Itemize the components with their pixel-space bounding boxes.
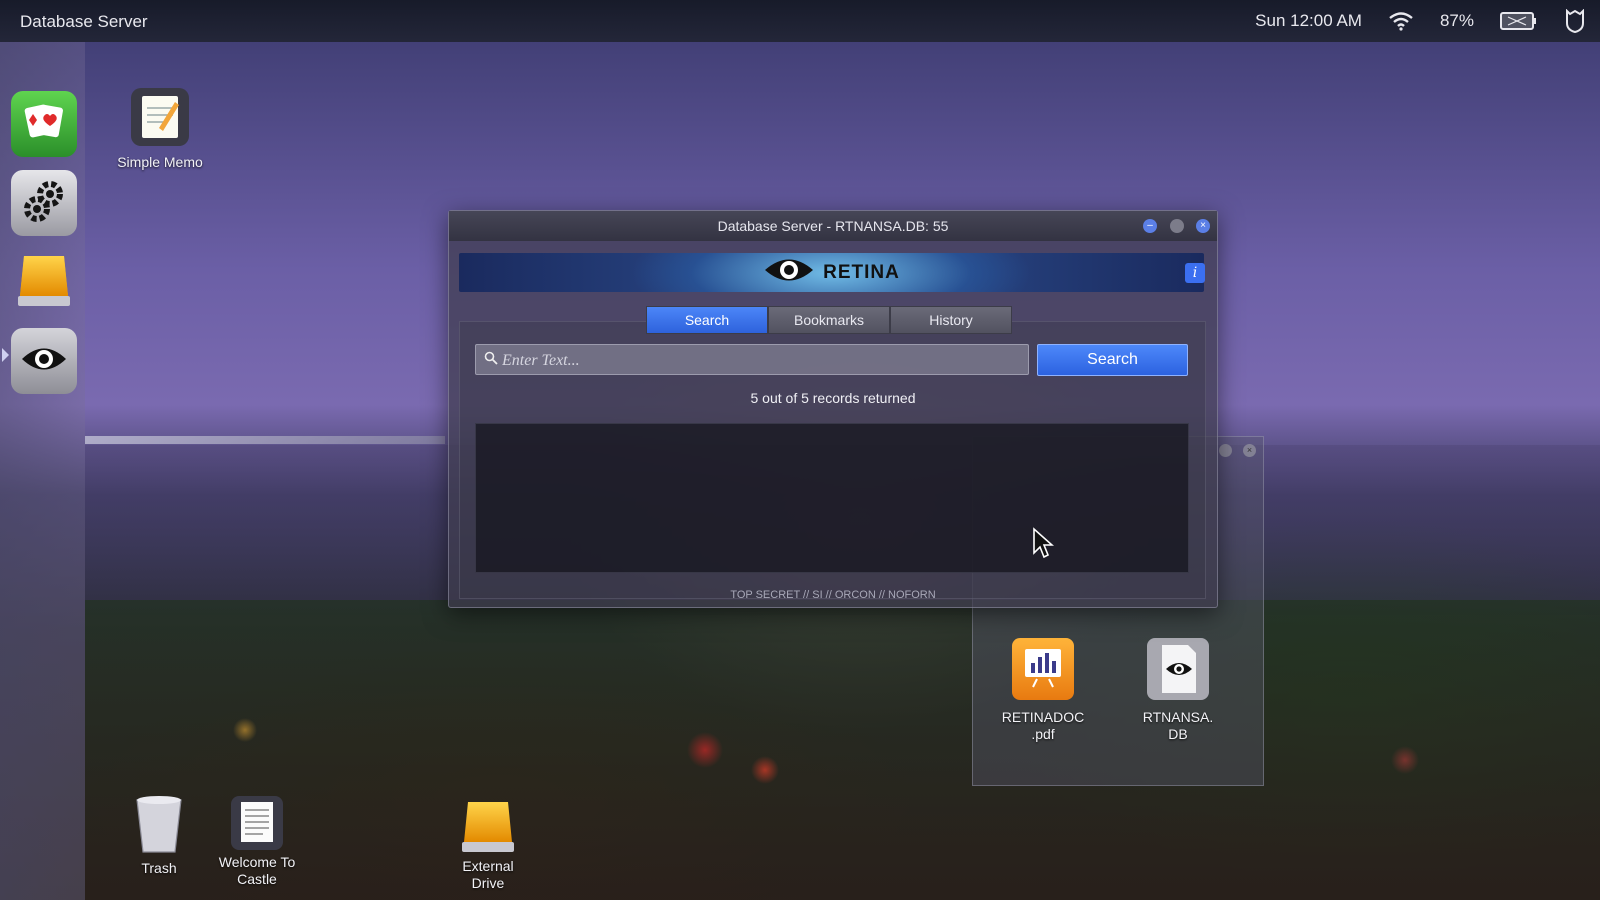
wallpaper-flowers [85,600,1600,900]
desktop-simple-memo[interactable]: Simple Memo [102,86,218,171]
desktop-trash-label: Trash [141,860,177,876]
search-field[interactable] [475,344,1029,376]
file-window-maximize-button[interactable] [1219,444,1232,457]
top-menubar: Database Server Sun 12:00 AM 87% [0,0,1600,42]
window-title: Database Server - RTNANSA.DB: 55 [717,218,949,234]
tab-search[interactable]: Search [646,306,768,334]
classification-banner: TOP SECRET // SI // ORCON // NOFORN [730,589,936,601]
dock-retina[interactable] [11,328,77,394]
cursor-icon [1032,527,1055,564]
file-window-close-button[interactable]: × [1243,444,1256,457]
desktop-welcome-label: Welcome To Castle [218,854,296,887]
tab-bar: Search Bookmarks History [646,306,1012,334]
gear-icon [20,177,68,230]
retina-logo: RETINA [459,253,1204,292]
active-app-indicator [2,348,9,362]
file-rtnansa-db-label: RTNANSA. DB [1142,709,1214,742]
info-button[interactable]: i [1185,263,1205,283]
system-tray: Sun 12:00 AM 87% [1255,8,1586,34]
brand-name: RETINA [823,261,900,283]
document-icon [229,794,285,852]
close-button[interactable]: × [1196,219,1210,233]
dock-settings[interactable] [11,170,77,236]
trash-icon [133,794,185,856]
search-icon [484,351,498,370]
records-status: 5 out of 5 records returned [750,390,916,406]
dock [0,42,85,900]
eye-database-icon [1146,637,1210,701]
desktop-trash[interactable]: Trash [122,794,196,877]
tab-history[interactable]: History [890,306,1012,334]
playing-cards-icon [21,100,67,149]
database-server-window[interactable]: Database Server - RTNANSA.DB: 55 – × RET… [448,210,1218,608]
external-drive-icon [458,800,518,856]
dock-solitaire[interactable] [11,91,77,157]
results-list[interactable] [475,423,1189,573]
minimize-button[interactable]: – [1143,219,1157,233]
battery-icon[interactable] [1500,11,1538,31]
file-retinadoc-label: RETINADOC .pdf [1001,709,1085,742]
clock[interactable]: Sun 12:00 AM [1255,11,1362,31]
eye-icon [763,255,815,290]
search-button[interactable]: Search [1037,344,1188,376]
wallpaper-bridge [85,436,445,444]
maximize-button[interactable] [1170,219,1184,233]
shield-icon[interactable] [1564,9,1586,33]
chart-document-icon [1011,637,1075,701]
active-app-title: Database Server [20,12,148,31]
search-input[interactable] [500,345,1024,376]
desktop-external-drive-label: External Drive [462,858,514,891]
file-retinadoc[interactable]: RETINADOC .pdf [993,637,1093,743]
desktop-simple-memo-label: Simple Memo [117,154,203,170]
retina-banner: RETINA i [459,253,1205,292]
tab-bookmarks[interactable]: Bookmarks [768,306,890,334]
file-rtnansa-db[interactable]: RTNANSA. DB [1128,637,1228,743]
eye-icon [20,344,68,379]
drive-icon [14,250,74,315]
battery-percent: 87% [1439,11,1474,30]
desktop-welcome[interactable]: Welcome To Castle [206,794,308,888]
window-titlebar[interactable]: Database Server - RTNANSA.DB: 55 – × [449,211,1217,241]
wifi-icon[interactable] [1388,11,1414,31]
dock-drive[interactable] [11,249,77,315]
desktop-external-drive[interactable]: External Drive [438,800,538,892]
memo-icon [129,86,191,148]
